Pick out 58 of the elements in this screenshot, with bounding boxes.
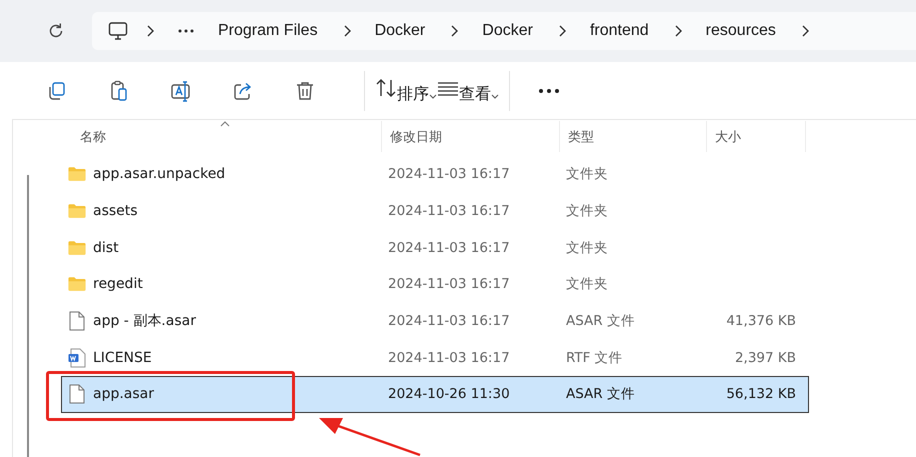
modified-date: 2024-11-03 16:17 <box>387 203 511 220</box>
breadcrumb-item[interactable]: frontend <box>566 22 674 40</box>
column-header[interactable]: 大小 <box>707 121 806 152</box>
file-type: 文件夹 <box>565 202 609 220</box>
breadcrumb-item[interactable]: Docker <box>458 22 558 40</box>
chevron-right-icon[interactable] <box>342 25 351 37</box>
more-icon[interactable] <box>178 29 194 33</box>
file-type: ASAR 文件 <box>565 385 636 404</box>
computer-icon[interactable] <box>108 22 128 40</box>
breadcrumb-item[interactable]: Program Files <box>194 22 343 40</box>
file-type: 文件夹 <box>565 238 609 257</box>
document-icon <box>68 348 86 368</box>
sort-button[interactable]: 排序 <box>375 76 437 104</box>
file-name[interactable]: app.asar <box>93 386 154 402</box>
folder-icon <box>68 203 86 220</box>
file-name[interactable]: app.asar.unpacked <box>93 166 226 182</box>
file-name[interactable]: dist <box>93 240 119 256</box>
modified-date: 2024-11-03 16:17 <box>387 166 511 182</box>
rename-icon[interactable] <box>170 80 192 102</box>
file-size: 41,376 KB <box>725 313 797 330</box>
file-name[interactable]: LICENSE <box>93 350 152 366</box>
column-header[interactable]: 修改日期 <box>382 121 560 152</box>
file-type: 文件夹 <box>565 275 609 294</box>
file-name[interactable]: assets <box>93 203 138 220</box>
modified-date: 2024-11-03 16:17 <box>387 276 511 292</box>
sort-icon[interactable] <box>375 76 397 98</box>
file-type: 文件夹 <box>565 165 609 184</box>
file-type: RTF 文件 <box>565 348 624 367</box>
chevron-right-icon[interactable] <box>146 25 154 37</box>
folder-icon <box>68 166 86 182</box>
file-icon <box>69 311 85 332</box>
modified-date: 2024-11-03 16:17 <box>387 313 511 330</box>
selected-row[interactable]: app.asar 2024-10-26 11:30 ASAR 文件 56,132 KB <box>61 376 809 413</box>
chevron-right-icon[interactable] <box>558 25 566 37</box>
file-size: 56,132 KB <box>725 386 797 402</box>
chevron-right-icon[interactable] <box>800 25 809 37</box>
view-button[interactable]: 查看 <box>437 76 499 104</box>
caret-icon <box>491 94 499 98</box>
sort-ascending-icon <box>220 121 230 127</box>
modified-date: 2024-11-03 16:17 <box>387 240 511 256</box>
breadcrumb-item[interactable]: Docker <box>350 22 450 40</box>
file-name[interactable]: regedit <box>93 276 143 292</box>
file-icon <box>69 384 85 404</box>
column-header[interactable]: 名称 <box>50 121 382 152</box>
folder-icon <box>68 276 86 292</box>
file-type: ASAR 文件 <box>565 312 636 330</box>
caret-icon <box>429 94 437 98</box>
file-size: 2,397 KB <box>734 350 797 366</box>
chevron-right-icon[interactable] <box>674 25 682 37</box>
breadcrumb-item[interactable]: resources <box>682 22 801 40</box>
more-icon[interactable] <box>538 88 560 94</box>
folder-icon <box>68 240 86 256</box>
modified-date: 2024-11-03 16:17 <box>387 350 511 366</box>
chevron-right-icon[interactable] <box>450 25 458 37</box>
file-name[interactable]: app - 副本.asar <box>93 312 196 330</box>
delete-icon[interactable] <box>294 80 316 102</box>
modified-date: 2024-10-26 11:30 <box>387 386 511 402</box>
column-header[interactable]: 类型 <box>560 121 707 152</box>
